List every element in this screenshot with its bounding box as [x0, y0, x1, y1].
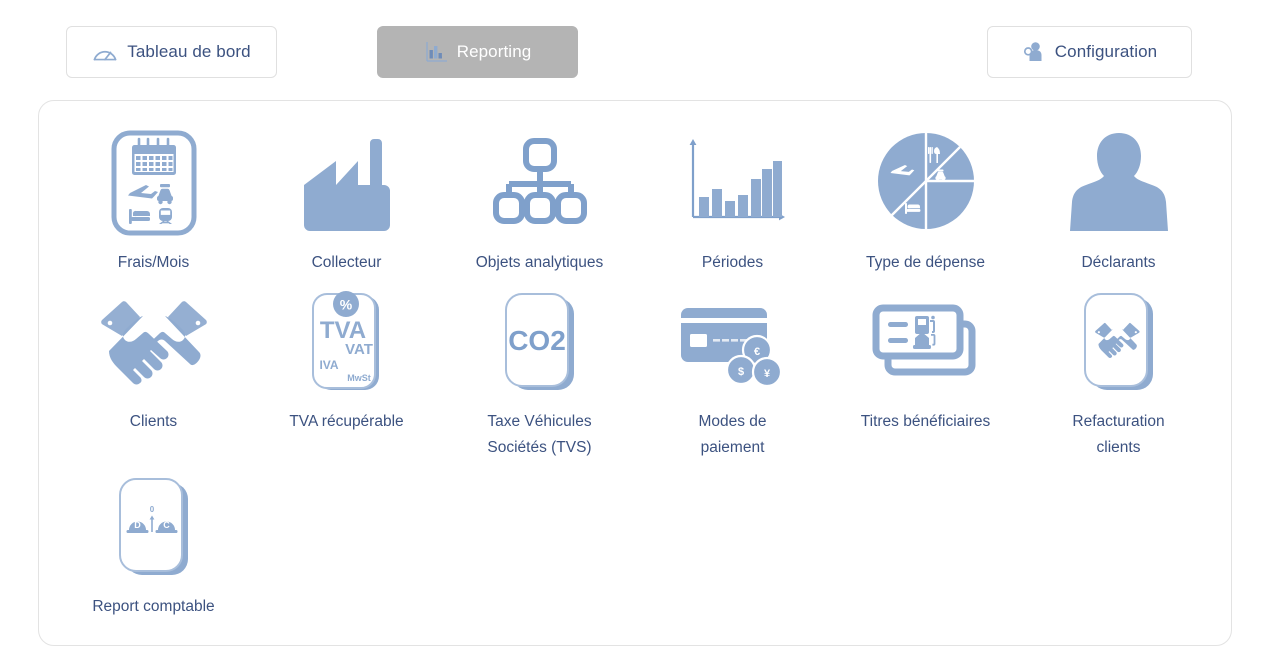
top-navigation-bar: Tableau de bord Reporting Configuration	[0, 0, 1277, 95]
tile-label: Taxe Véhicules Sociétés (TVS)	[487, 413, 592, 456]
tile-label: Collecteur	[311, 254, 382, 271]
tile-objets-analytiques[interactable]: Objets analytiques	[443, 113, 636, 276]
tile-label: Titres bénéficiaires	[860, 413, 991, 430]
credit-card-coins-icon: € $ ¥	[675, 290, 791, 398]
tile-type-de-depense[interactable]: Type de dépense	[829, 113, 1022, 276]
co2-card-icon: CO2	[488, 290, 592, 398]
tile-declarants[interactable]: Déclarants	[1022, 113, 1215, 276]
debit-credit-balance-card-icon: D C 0	[102, 475, 206, 583]
coin-euro-text: €	[753, 346, 759, 358]
tile-label: Clients	[129, 413, 178, 430]
tab-label-reporting: Reporting	[456, 42, 532, 61]
vat-badge-text: %	[339, 297, 352, 313]
coin-yen-text: ¥	[763, 368, 770, 380]
tile-frais-mois[interactable]: Frais/Mois	[57, 113, 250, 276]
handshake-icon	[96, 290, 212, 398]
tile-collecteur[interactable]: Collecteur	[250, 113, 443, 276]
tile-refacturation-clients[interactable]: Refacturation clients	[1022, 276, 1215, 461]
tile-clients[interactable]: Clients	[57, 276, 250, 461]
svg-text:IVA: IVA	[319, 358, 338, 372]
tab-tableau-de-bord[interactable]: Tableau de bord	[66, 26, 277, 78]
tile-label: Type de dépense	[866, 254, 985, 271]
reporting-panel: Frais/Mois Collecteur Objets analytiques…	[38, 100, 1232, 646]
svg-text:VAT: VAT	[345, 341, 373, 358]
bar-chart-icon	[424, 41, 448, 63]
factory-icon	[292, 127, 402, 239]
tile-label: Déclarants	[1081, 254, 1156, 271]
debit-letter: D	[134, 520, 141, 530]
coin-dollar-text: $	[737, 366, 743, 378]
calendar-travel-card-icon	[102, 127, 206, 239]
tile-tva-recuperable[interactable]: % TVA VAT IVA MwSt TVA récupérable	[250, 276, 443, 461]
svg-text:MwSt: MwSt	[347, 373, 371, 383]
user-gear-icon	[1022, 40, 1046, 64]
svg-text:TVA: TVA	[319, 317, 365, 344]
tile-label: Objets analytiques	[475, 254, 604, 271]
tile-label: Périodes	[701, 254, 764, 271]
voucher-cards-icon	[868, 290, 984, 398]
tab-label-configuration: Configuration	[1054, 42, 1158, 61]
pie-chart-expense-icon	[874, 127, 978, 239]
tile-label: Report comptable	[92, 598, 215, 615]
vat-card-icon: % TVA VAT IVA MwSt	[295, 290, 399, 398]
tile-titres-beneficiaires[interactable]: Titres bénéficiaires	[829, 276, 1022, 461]
tile-taxe-vehicules-societes[interactable]: CO2 Taxe Véhicules Sociétés (TVS)	[443, 276, 636, 461]
reporting-tile-grid: Frais/Mois Collecteur Objets analytiques…	[57, 113, 1215, 620]
tile-label: Refacturation clients	[1072, 413, 1165, 456]
tile-report-comptable[interactable]: D C 0 Report comptable	[57, 461, 250, 620]
balance-zero: 0	[149, 505, 154, 514]
tab-reporting[interactable]: Reporting	[377, 26, 578, 78]
org-tree-icon	[484, 127, 596, 239]
credit-letter: C	[163, 520, 170, 530]
gauge-icon	[92, 42, 118, 62]
tab-label-tableau-de-bord: Tableau de bord	[127, 42, 251, 61]
bar-chart-axes-icon	[675, 127, 791, 239]
tile-label: Modes de paiement	[698, 413, 767, 456]
tile-modes-de-paiement[interactable]: € $ ¥ Modes de paiement	[636, 276, 829, 461]
tile-label: TVA récupérable	[289, 413, 404, 430]
tile-periodes[interactable]: Périodes	[636, 113, 829, 276]
co2-text: CO2	[508, 325, 566, 356]
tile-label: Frais/Mois	[117, 254, 190, 271]
person-silhouette-icon	[1067, 127, 1171, 239]
tab-configuration[interactable]: Configuration	[987, 26, 1192, 78]
handshake-card-icon	[1067, 290, 1171, 398]
